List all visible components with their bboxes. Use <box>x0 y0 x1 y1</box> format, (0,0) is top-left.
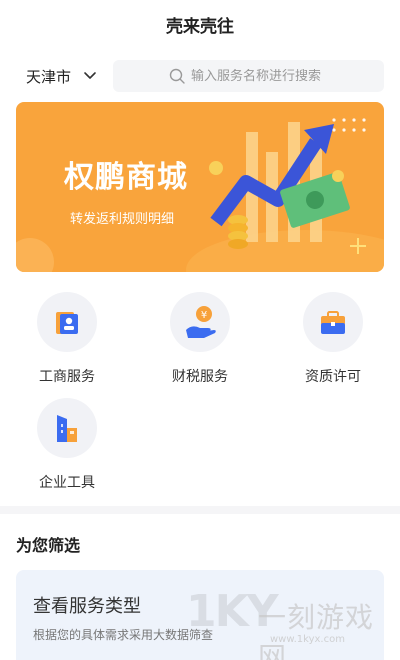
id-card-icon <box>56 312 78 334</box>
service-icon-bg: ¥ <box>170 292 230 352</box>
service-enterprise-tools[interactable]: 企业工具 <box>12 398 122 492</box>
banner-title: 权鹏商城 <box>64 160 188 195</box>
service-label: 财税服务 <box>172 369 228 385</box>
building-icon <box>57 415 77 442</box>
chevron-down-icon <box>84 72 96 79</box>
service-business[interactable]: 工商服务 <box>12 292 122 386</box>
city-selector[interactable]: 天津市 <box>26 60 97 92</box>
service-type-card[interactable]: 查看服务类型 根据您的具体需求采用大数据筛查 <box>16 570 384 660</box>
briefcase-icon <box>321 311 345 334</box>
search-icon <box>169 68 185 84</box>
filter-section-title: 为您筛选 <box>16 536 81 555</box>
header: 壳来壳往 <box>0 0 400 48</box>
city-label: 天津市 <box>26 67 72 86</box>
page-title: 壳来壳往 <box>166 16 234 37</box>
yen-hand-icon: ¥ <box>186 306 216 338</box>
banner-subtitle: 转发返利规则明细 <box>70 212 175 227</box>
service-icon-bg <box>37 292 97 352</box>
service-icon-bg <box>303 292 363 352</box>
service-label: 资质许可 <box>305 369 361 385</box>
card-description: 根据您的具体需求采用大数据筛查 <box>33 628 214 642</box>
card-title: 查看服务类型 <box>33 596 141 617</box>
service-finance-tax[interactable]: ¥ 财税服务 <box>145 292 255 386</box>
search-row: 天津市 <box>0 60 400 92</box>
search-box[interactable] <box>113 60 384 92</box>
service-icon-bg <box>37 398 97 458</box>
search-input[interactable] <box>191 68 381 84</box>
service-label: 企业工具 <box>39 475 95 491</box>
service-label: 工商服务 <box>39 369 95 385</box>
promo-banner[interactable]: 权鹏商城 转发返利规则明细 <box>16 102 384 272</box>
svg-text:¥: ¥ <box>201 310 207 321</box>
service-qualification[interactable]: 资质许可 <box>278 292 388 386</box>
section-divider <box>0 506 400 514</box>
